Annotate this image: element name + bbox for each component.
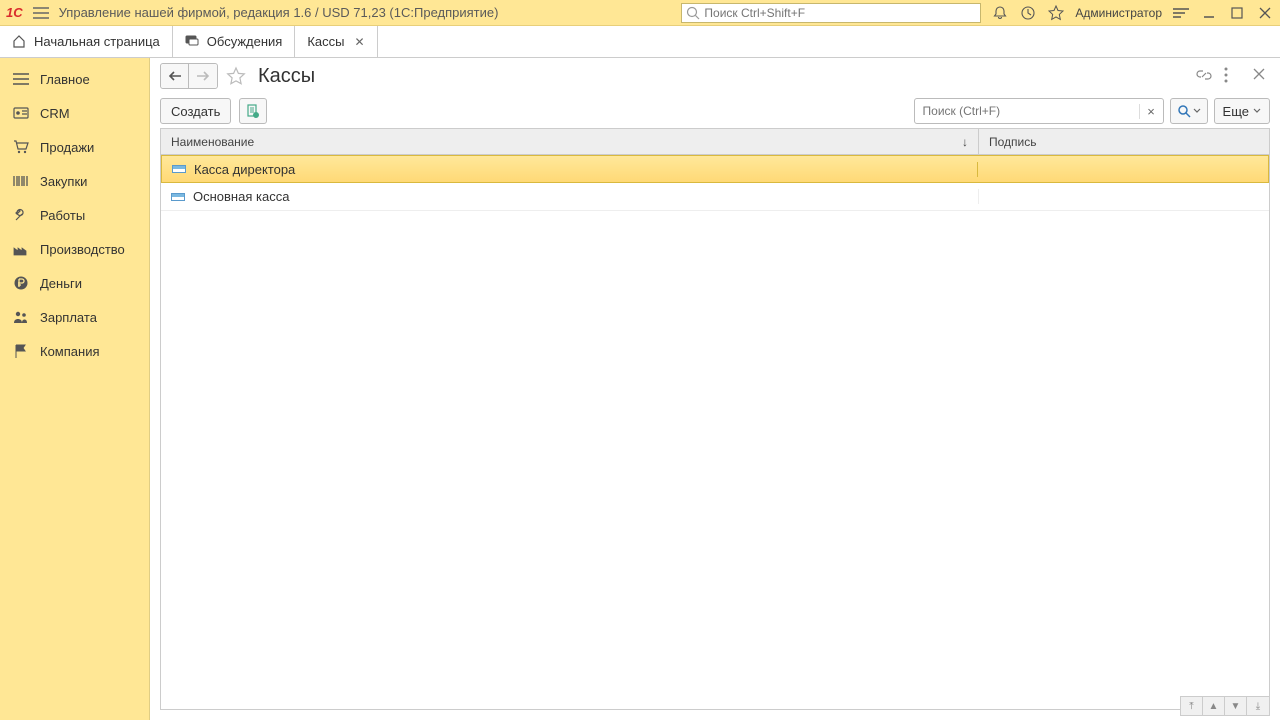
table-row[interactable]: Основная касса [161,183,1269,211]
tab-home[interactable]: Начальная страница [0,26,173,57]
column-signature[interactable]: Подпись [979,129,1269,154]
tab-label: Начальная страница [34,34,160,49]
scroll-up-icon[interactable]: ▲ [1203,697,1225,715]
history-icon[interactable] [1019,4,1037,22]
content-header: Кассы [150,58,1280,94]
home-icon [12,34,28,50]
search-icon [686,6,700,20]
flag-icon [12,342,30,360]
more-button[interactable]: Еще [1214,98,1270,124]
scroll-top-icon[interactable]: ⤒ [1181,697,1203,715]
barcode-icon [12,172,30,190]
sidebar-item-money[interactable]: Деньги [0,266,149,300]
link-icon[interactable] [1196,67,1214,85]
main-menu-icon[interactable] [31,3,51,23]
page-title: Кассы [258,65,315,88]
app-logo: 1С [6,5,23,20]
sidebar-item-main[interactable]: Главное [0,62,149,96]
item-icon [172,165,186,173]
sidebar-item-purchases[interactable]: Закупки [0,164,149,198]
table-header: Наименование ↓ Подпись [161,129,1269,155]
column-name[interactable]: Наименование ↓ [161,129,979,154]
sidebar-item-label: Зарплата [40,310,97,325]
tab-discussions[interactable]: Обсуждения [173,26,296,57]
search-input[interactable] [915,104,1139,118]
people-icon [12,308,30,326]
close-panel-icon[interactable] [1252,67,1270,85]
search-button[interactable] [1170,98,1208,124]
minimize-icon[interactable] [1200,4,1218,22]
sidebar-item-label: Главное [40,72,90,87]
ruble-icon [12,274,30,292]
content: Кассы Создать × Еще [150,58,1280,720]
create-button[interactable]: Создать [160,98,231,124]
sidebar-item-label: Продажи [40,140,94,155]
sidebar-item-sales[interactable]: Продажи [0,130,149,164]
settings-icon[interactable] [1172,4,1190,22]
sidebar-item-label: CRM [40,106,70,121]
table: Наименование ↓ Подпись Касса директора О… [160,128,1270,710]
title-icons: Администратор [991,4,1274,22]
tools-icon [12,206,30,224]
sidebar-item-label: Компания [40,344,100,359]
global-search-input[interactable] [704,6,976,20]
factory-icon [12,240,30,258]
copy-button[interactable] [239,98,267,124]
maximize-icon[interactable] [1228,4,1246,22]
close-window-icon[interactable] [1256,4,1274,22]
bell-icon[interactable] [991,4,1009,22]
sidebar-item-crm[interactable]: CRM [0,96,149,130]
tabbar: Начальная страница Обсуждения Кассы ✕ [0,26,1280,58]
tab-label: Кассы [307,34,344,49]
tab-label: Обсуждения [207,34,283,49]
favorite-star-icon[interactable] [224,64,248,88]
sidebar-item-production[interactable]: Производство [0,232,149,266]
sidebar-item-company[interactable]: Компания [0,334,149,368]
cell-name: Касса директора [194,162,295,177]
table-body: Касса директора Основная касса [161,155,1269,709]
sidebar-item-label: Закупки [40,174,87,189]
sidebar-item-label: Производство [40,242,125,257]
chevron-down-icon [1193,108,1201,114]
scroll-bottom-icon[interactable]: ⤓ [1247,697,1269,715]
chat-icon [185,34,201,50]
toolbar: Создать × Еще [150,94,1280,128]
cart-icon [12,138,30,156]
sidebar-item-label: Работы [40,208,85,223]
sort-indicator-icon: ↓ [962,135,968,149]
clear-search-icon[interactable]: × [1139,104,1163,119]
scroll-down-icon[interactable]: ▼ [1225,697,1247,715]
global-search[interactable] [681,3,981,23]
menu-icon [12,70,30,88]
sidebar-item-works[interactable]: Работы [0,198,149,232]
titlebar: 1С Управление нашей фирмой, редакция 1.6… [0,0,1280,26]
chevron-down-icon [1253,108,1261,114]
tab-kassy[interactable]: Кассы ✕ [295,26,377,57]
nav-group [160,63,218,89]
close-tab-icon[interactable]: ✕ [355,35,365,49]
kebab-icon[interactable] [1224,67,1242,85]
sidebar-item-salary[interactable]: Зарплата [0,300,149,334]
badge-icon [12,104,30,122]
item-icon [171,193,185,201]
nav-forward-button[interactable] [189,64,217,88]
nav-back-button[interactable] [161,64,189,88]
search-box[interactable]: × [914,98,1164,124]
user-label[interactable]: Администратор [1075,6,1162,20]
document-icon [245,103,261,119]
search-icon [1177,104,1191,118]
table-row[interactable]: Касса директора [161,155,1269,183]
sidebar: Главное CRM Продажи Закупки Работы Произ… [0,58,150,720]
window-title: Управление нашей фирмой, редакция 1.6 / … [59,5,499,20]
sidebar-item-label: Деньги [40,276,82,291]
footer-nav: ⤒ ▲ ▼ ⤓ [1180,696,1270,716]
cell-name: Основная касса [193,189,289,204]
star-icon[interactable] [1047,4,1065,22]
